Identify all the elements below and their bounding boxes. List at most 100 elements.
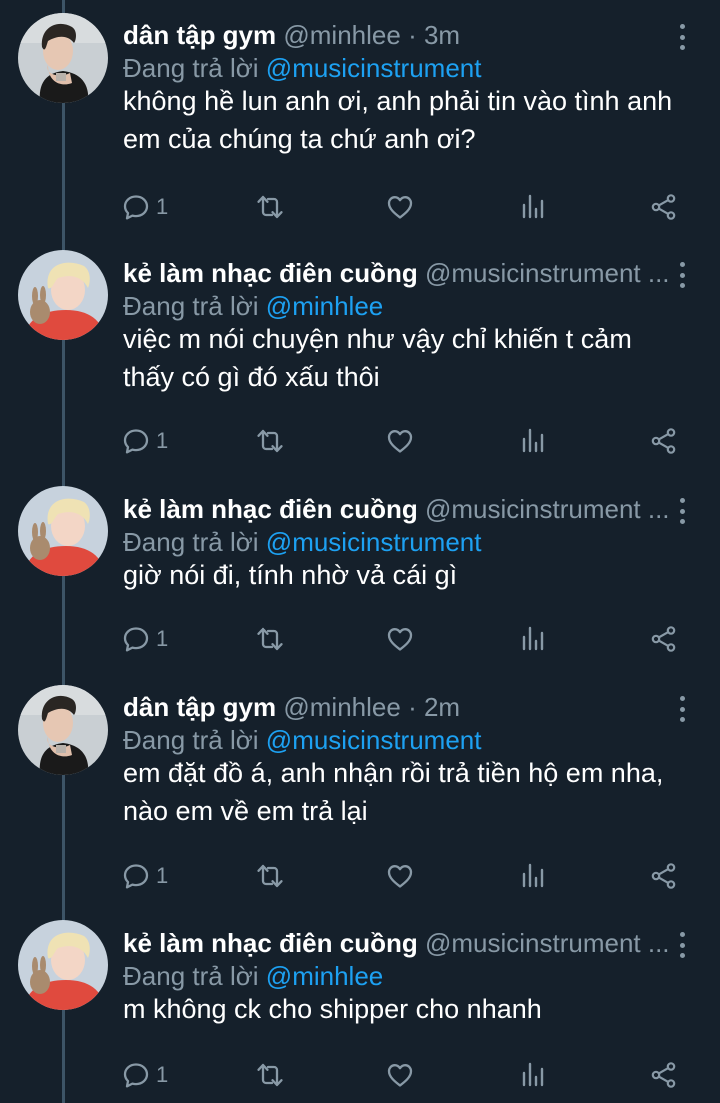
display-name[interactable]: kẻ làm nhạc điên cuồng bbox=[123, 494, 418, 524]
display-name[interactable]: dân tập gym bbox=[123, 692, 276, 722]
retweet-button[interactable] bbox=[256, 426, 284, 456]
retweet-icon bbox=[256, 193, 284, 221]
retweet-button[interactable] bbox=[256, 861, 284, 891]
analytics-button[interactable] bbox=[519, 426, 547, 456]
tweet-actions: 1 bbox=[0, 861, 720, 891]
user-handle[interactable]: @minhlee bbox=[283, 692, 400, 722]
reply-icon bbox=[122, 193, 150, 221]
user-handle[interactable]: @minhlee bbox=[283, 20, 400, 50]
like-icon bbox=[386, 625, 414, 653]
reply-button[interactable]: 1 bbox=[122, 624, 168, 654]
share-icon bbox=[650, 1061, 678, 1089]
reply-button[interactable]: 1 bbox=[122, 192, 168, 222]
avatar[interactable] bbox=[18, 250, 108, 340]
analytics-button[interactable] bbox=[519, 192, 547, 222]
tweet-text: m không ck cho shipper cho nhanh bbox=[123, 994, 542, 1024]
share-button[interactable] bbox=[650, 861, 678, 891]
tweet-header: dân tập gym @minhlee · 3m bbox=[123, 18, 673, 52]
like-button[interactable] bbox=[386, 426, 414, 456]
replying-to: Đang trả lời @musicinstrument bbox=[123, 723, 481, 757]
avatar[interactable] bbox=[18, 486, 108, 576]
share-button[interactable] bbox=[650, 426, 678, 456]
avatar-dark-hair-icon bbox=[18, 685, 108, 775]
replying-to: Đang trả lời @musicinstrument bbox=[123, 525, 481, 559]
replying-to-handle[interactable]: @minhlee bbox=[266, 291, 383, 321]
more-options-icon[interactable] bbox=[670, 930, 694, 960]
more-options-icon[interactable] bbox=[670, 260, 694, 290]
display-name[interactable]: dân tập gym bbox=[123, 20, 276, 50]
reply-icon bbox=[122, 625, 150, 653]
replying-to-handle[interactable]: @musicinstrument bbox=[266, 53, 482, 83]
analytics-icon bbox=[519, 1061, 547, 1089]
tweet-header: dân tập gym @minhlee · 2m bbox=[123, 690, 673, 724]
user-handle[interactable]: @musicinstrument ... bbox=[425, 258, 670, 288]
separator-dot: · bbox=[408, 20, 417, 50]
avatar[interactable] bbox=[18, 13, 108, 103]
analytics-button[interactable] bbox=[519, 624, 547, 654]
share-button[interactable] bbox=[650, 192, 678, 222]
retweet-button[interactable] bbox=[256, 1060, 284, 1090]
tweet-actions: 1 bbox=[0, 1060, 720, 1090]
replying-to-handle[interactable]: @musicinstrument bbox=[266, 725, 482, 755]
share-icon bbox=[650, 625, 678, 653]
display-name[interactable]: kẻ làm nhạc điên cuồng bbox=[123, 928, 418, 958]
replying-to: Đang trả lời @minhlee bbox=[123, 959, 383, 993]
share-button[interactable] bbox=[650, 1060, 678, 1090]
avatar-blond-hair-icon bbox=[18, 250, 108, 340]
share-icon bbox=[650, 427, 678, 455]
like-button[interactable] bbox=[386, 624, 414, 654]
analytics-icon bbox=[519, 862, 547, 890]
tweet-text: giờ nói đi, tính nhờ vả cái gì bbox=[123, 560, 458, 590]
reply-count: 1 bbox=[156, 863, 169, 888]
tweet-header: kẻ làm nhạc điên cuồng @musicinstrument … bbox=[123, 926, 673, 960]
share-icon bbox=[650, 193, 678, 221]
user-handle[interactable]: @musicinstrument ... bbox=[425, 928, 670, 958]
like-button[interactable] bbox=[386, 192, 414, 222]
retweet-icon bbox=[256, 625, 284, 653]
timestamp[interactable]: 3m bbox=[424, 20, 460, 50]
like-icon bbox=[386, 427, 414, 455]
display-name[interactable]: kẻ làm nhạc điên cuồng bbox=[123, 258, 418, 288]
replying-to-handle[interactable]: @minhlee bbox=[266, 961, 383, 991]
retweet-button[interactable] bbox=[256, 192, 284, 222]
avatar-blond-hair-icon bbox=[18, 486, 108, 576]
replying-to-label: Đang trả lời bbox=[123, 961, 259, 991]
retweet-icon bbox=[256, 427, 284, 455]
reply-icon bbox=[122, 427, 150, 455]
replying-to-label: Đang trả lời bbox=[123, 527, 259, 557]
more-options-icon[interactable] bbox=[670, 22, 694, 52]
tweet-text: việc m nói chuyện như vậy chỉ khiến t cả… bbox=[123, 324, 632, 392]
timestamp[interactable]: 2m bbox=[424, 692, 460, 722]
like-icon bbox=[386, 193, 414, 221]
replying-to-handle[interactable]: @musicinstrument bbox=[266, 527, 482, 557]
share-icon bbox=[650, 862, 678, 890]
replying-to: Đang trả lời @minhlee bbox=[123, 289, 383, 323]
analytics-icon bbox=[519, 193, 547, 221]
reply-button[interactable]: 1 bbox=[122, 426, 168, 456]
avatar[interactable] bbox=[18, 685, 108, 775]
reply-button[interactable]: 1 bbox=[122, 861, 168, 891]
avatar-dark-hair-icon bbox=[18, 13, 108, 103]
like-icon bbox=[386, 1061, 414, 1089]
replying-to-label: Đang trả lời bbox=[123, 53, 259, 83]
more-options-icon[interactable] bbox=[670, 496, 694, 526]
reply-button[interactable]: 1 bbox=[122, 1060, 168, 1090]
retweet-button[interactable] bbox=[256, 624, 284, 654]
share-button[interactable] bbox=[650, 624, 678, 654]
like-button[interactable] bbox=[386, 861, 414, 891]
user-handle[interactable]: @musicinstrument ... bbox=[425, 494, 670, 524]
tweet-text: không hề lun anh ơi, anh phải tin vào tì… bbox=[123, 86, 673, 154]
replying-to: Đang trả lời @musicinstrument bbox=[123, 51, 481, 85]
reply-icon bbox=[122, 1061, 150, 1089]
reply-count: 1 bbox=[156, 626, 169, 651]
reply-count: 1 bbox=[156, 428, 169, 453]
analytics-button[interactable] bbox=[519, 1060, 547, 1090]
analytics-button[interactable] bbox=[519, 861, 547, 891]
reply-count: 1 bbox=[156, 1062, 169, 1087]
tweet-actions: 1 bbox=[0, 426, 720, 456]
reply-icon bbox=[122, 862, 150, 890]
avatar[interactable] bbox=[18, 920, 108, 1010]
more-options-icon[interactable] bbox=[670, 694, 694, 724]
retweet-icon bbox=[256, 862, 284, 890]
like-button[interactable] bbox=[386, 1060, 414, 1090]
